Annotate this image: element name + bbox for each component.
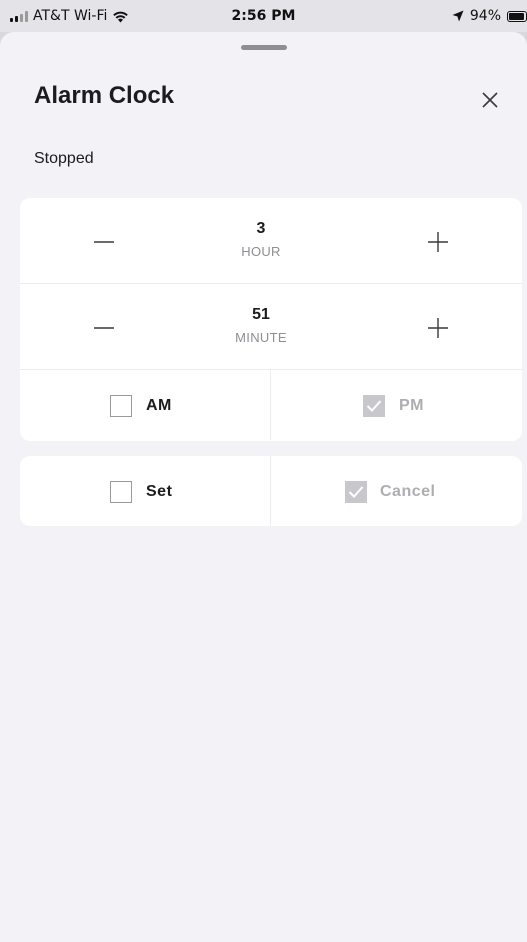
cancel-checkbox[interactable] xyxy=(345,481,367,503)
battery-icon xyxy=(507,10,527,22)
clock: 2:56 PM xyxy=(231,8,296,24)
set-label: Set xyxy=(146,483,173,500)
cancel-label: Cancel xyxy=(380,483,436,500)
set-checkbox[interactable] xyxy=(110,481,132,503)
time-card: 3 HOUR 51 MINUTE AM PM xyxy=(20,198,522,441)
minute-stepper: 51 MINUTE xyxy=(20,284,522,370)
sheet-grabber[interactable] xyxy=(241,45,287,50)
hour-plus-icon[interactable] xyxy=(424,228,452,256)
set-option[interactable]: Set xyxy=(20,456,271,526)
hour-stepper: 3 HOUR xyxy=(20,198,522,284)
location-arrow-icon xyxy=(452,10,464,22)
pm-checkbox[interactable] xyxy=(363,395,385,417)
set-cancel-toggle: Set Cancel xyxy=(20,456,522,526)
close-icon[interactable] xyxy=(476,86,504,114)
alarm-sheet: Alarm Clock Stopped 3 HOUR 51 MINUTE AM … xyxy=(0,32,527,942)
pm-label: PM xyxy=(399,397,424,414)
battery-fill xyxy=(509,12,525,20)
am-checkbox[interactable] xyxy=(110,395,132,417)
checkmark-icon xyxy=(366,400,382,412)
status-text: Stopped xyxy=(34,150,94,167)
checkmark-icon xyxy=(348,486,364,498)
page-title: Alarm Clock xyxy=(34,82,175,109)
pm-option[interactable]: PM xyxy=(271,370,522,440)
minute-plus-icon[interactable] xyxy=(424,314,452,342)
am-label: AM xyxy=(146,397,172,414)
am-option[interactable]: AM xyxy=(20,370,271,440)
action-card: Set Cancel xyxy=(20,456,522,526)
battery-percent: 94% xyxy=(469,8,501,24)
am-pm-toggle: AM PM xyxy=(20,370,522,440)
status-bar: AT&T Wi-Fi 2:56 PM 94% xyxy=(0,0,527,32)
status-bar-right: 94% xyxy=(452,8,527,24)
cancel-option[interactable]: Cancel xyxy=(271,456,522,526)
